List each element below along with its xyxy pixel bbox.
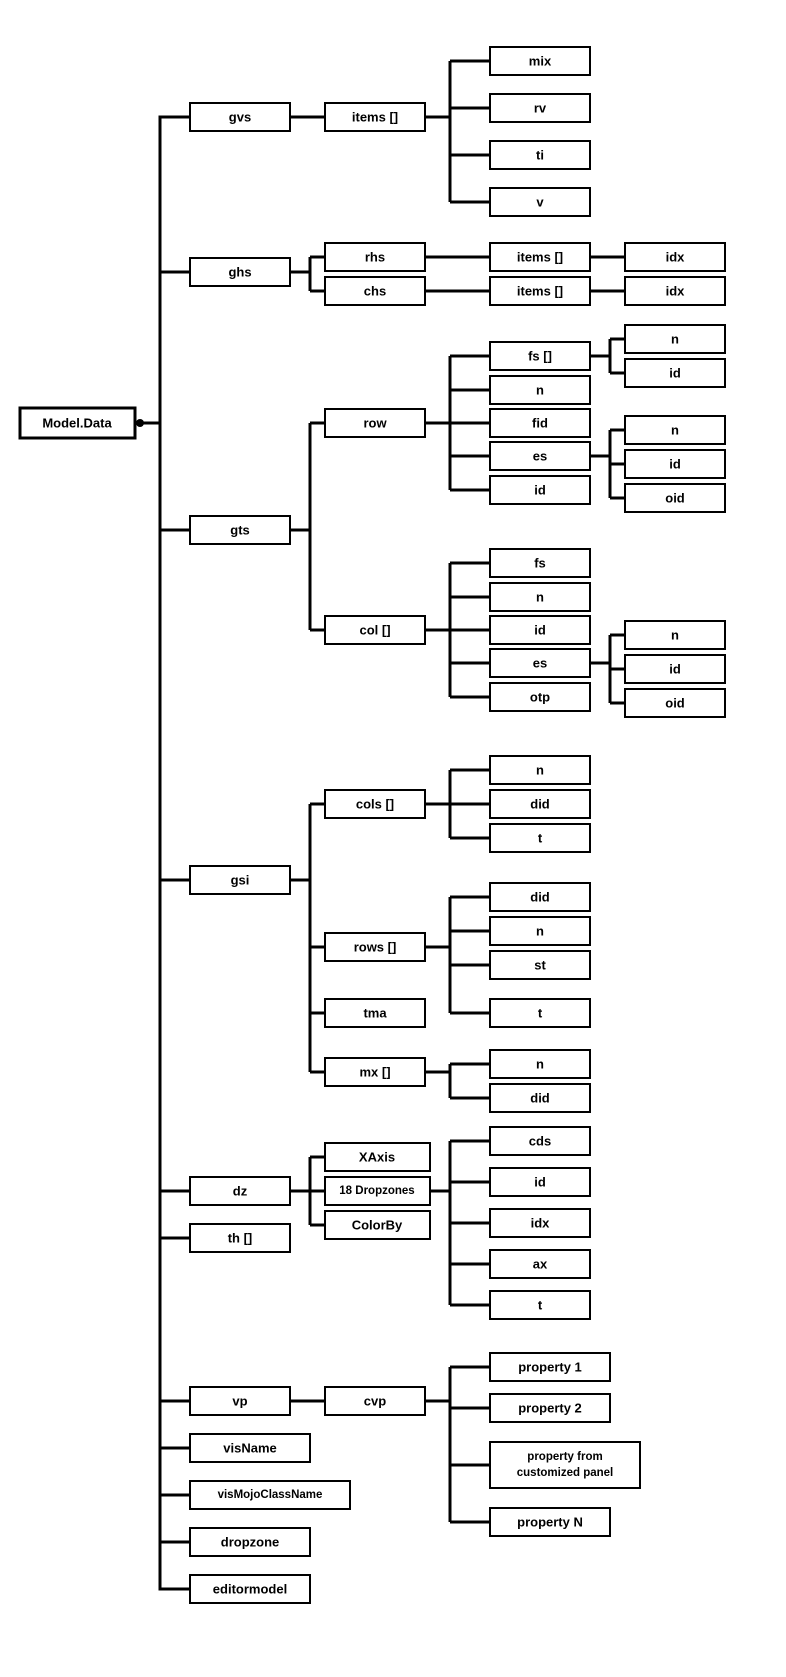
- node-row-fs-label: fs []: [528, 349, 552, 364]
- node-dz-id-label: id: [534, 1175, 546, 1190]
- node-rows-st-label: st: [534, 958, 546, 973]
- node-row-id-label: id: [534, 483, 546, 498]
- node-root-label: Model.Data: [42, 416, 112, 431]
- node-ghs-label: ghs: [228, 265, 251, 280]
- node-dz-label: dz: [233, 1184, 248, 1199]
- node-row-n-label: n: [536, 383, 544, 398]
- node-cols-label: cols []: [356, 797, 394, 812]
- node-row-fs-id-label: id: [669, 366, 681, 381]
- node-prop1-label: property 1: [518, 1360, 582, 1375]
- node-row-es-id-label: id: [669, 457, 681, 472]
- node-th-label: th []: [228, 1231, 253, 1246]
- nodes: Model.Data gvs items [] mix rv ti v ghs …: [20, 47, 725, 1603]
- node-mix-label: mix: [529, 54, 552, 69]
- node-row-label: row: [363, 416, 387, 431]
- node-xaxis-label: XAxis: [359, 1150, 395, 1165]
- node-mx-n-label: n: [536, 1057, 544, 1072]
- node-gvs-items-label: items []: [352, 110, 398, 125]
- node-cds-label: cds: [529, 1134, 551, 1149]
- node-propn-label: property N: [517, 1515, 583, 1530]
- node-col-es-oid-label: oid: [665, 696, 685, 711]
- node-editormodel-label: editormodel: [213, 1582, 287, 1597]
- node-mx-label: mx []: [359, 1065, 390, 1080]
- node-cols-n-label: n: [536, 763, 544, 778]
- node-18dz-label: 18 Dropzones: [339, 1185, 414, 1197]
- node-col-fs-label: fs: [534, 556, 546, 571]
- node-rows-did-label: did: [530, 890, 550, 905]
- node-rhs-label: rhs: [365, 250, 385, 265]
- node-dropzone-label: dropzone: [221, 1535, 280, 1550]
- node-ti-label: ti: [536, 148, 544, 163]
- node-dz-t-label: t: [538, 1298, 543, 1313]
- node-prop2-label: property 2: [518, 1401, 582, 1416]
- node-cols-did-label: did: [530, 797, 550, 812]
- node-chs-items-label: items []: [517, 284, 563, 299]
- node-gvs-label: gvs: [229, 110, 251, 125]
- node-gsi-label: gsi: [231, 873, 250, 888]
- node-rows-label: rows []: [354, 940, 397, 955]
- node-visname-label: visName: [223, 1441, 276, 1456]
- node-chs-idx-label: idx: [666, 284, 686, 299]
- diagram-canvas: Model.Data gvs items [] mix rv ti v ghs …: [10, 10, 786, 1667]
- node-row-es-label: es: [533, 449, 547, 464]
- node-prop-custom-label-1: property from: [527, 1451, 602, 1463]
- node-ax-label: ax: [533, 1257, 548, 1272]
- node-col-es-id-label: id: [669, 662, 681, 677]
- node-vismojo-label: visMojoClassName: [218, 1489, 323, 1501]
- node-col-es-label: es: [533, 656, 547, 671]
- node-rhs-items-label: items []: [517, 250, 563, 265]
- node-v-label: v: [536, 195, 544, 210]
- node-rows-t-label: t: [538, 1006, 543, 1021]
- node-cols-t-label: t: [538, 831, 543, 846]
- node-col-es-n-label: n: [671, 628, 679, 643]
- node-gts-label: gts: [230, 523, 250, 538]
- node-colorby-label: ColorBy: [352, 1218, 403, 1233]
- node-prop-custom: [490, 1442, 640, 1488]
- node-col-id-label: id: [534, 623, 546, 638]
- node-row-es-n-label: n: [671, 423, 679, 438]
- node-row-fid-label: fid: [532, 416, 548, 431]
- node-col-n-label: n: [536, 590, 544, 605]
- node-row-fs-n-label: n: [671, 332, 679, 347]
- node-vp-label: vp: [232, 1394, 247, 1409]
- node-cvp-label: cvp: [364, 1394, 386, 1409]
- node-tma-label: tma: [363, 1006, 387, 1021]
- node-dz-idx-label: idx: [531, 1216, 551, 1231]
- node-row-es-oid-label: oid: [665, 491, 685, 506]
- node-rv-label: rv: [534, 101, 547, 116]
- node-col-otp-label: otp: [530, 690, 550, 705]
- node-rows-n-label: n: [536, 924, 544, 939]
- node-chs-label: chs: [364, 284, 386, 299]
- node-col-label: col []: [359, 623, 390, 638]
- node-rhs-idx-label: idx: [666, 250, 686, 265]
- node-prop-custom-label-2: customized panel: [517, 1467, 614, 1479]
- node-mx-did-label: did: [530, 1091, 550, 1106]
